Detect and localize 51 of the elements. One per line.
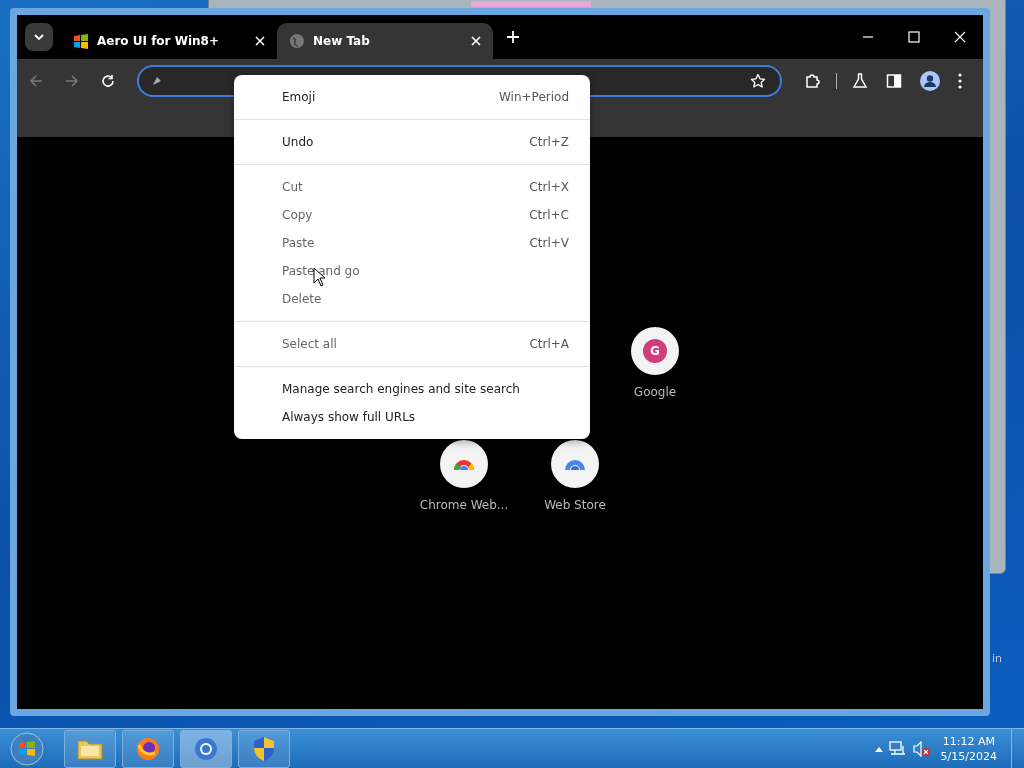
network-icon[interactable] (888, 740, 907, 757)
site-letter-icon: G (643, 339, 667, 363)
desktop-icon-label: in (992, 652, 1003, 665)
flask-icon[interactable] (852, 73, 868, 89)
side-panel-icon[interactable] (886, 73, 902, 89)
taskbar-button[interactable] (122, 729, 174, 768)
browser-tab[interactable]: New Tab (277, 23, 493, 59)
rainbow-arc-icon (453, 458, 475, 470)
shortcut-label: Google (633, 385, 677, 399)
globe-icon (289, 33, 305, 49)
back-arrow-icon[interactable] (29, 74, 43, 88)
reload-icon[interactable] (101, 74, 115, 88)
shortcut-label: Chrome Web... (419, 498, 509, 512)
windows-logo-icon (73, 33, 89, 49)
shortcut-label: Web Store (544, 498, 606, 512)
tab-title: New Tab (313, 34, 371, 48)
taskbar-button[interactable] (64, 729, 116, 768)
browser-tab[interactable]: Aero UI for Win8+ (61, 23, 277, 59)
maximize-icon[interactable] (908, 31, 920, 43)
clock[interactable]: 11:12 AM 5/15/2024 (940, 734, 997, 763)
muted-speaker-icon[interactable] (912, 740, 931, 757)
shortcut-tile[interactable] (551, 440, 599, 488)
close-icon[interactable] (255, 36, 265, 46)
menu-item[interactable]: Always show full URLs (234, 403, 590, 431)
puzzle-icon[interactable] (805, 73, 821, 89)
browser-icon (194, 736, 218, 761)
more-menu-icon[interactable] (958, 73, 962, 89)
menu-item[interactable]: Undo Ctrl+Z (234, 128, 590, 156)
profile-avatar-icon[interactable] (920, 71, 940, 91)
forward-arrow-icon[interactable] (65, 74, 79, 88)
shortcut-tile[interactable]: G (631, 327, 679, 375)
arc-icon (564, 458, 586, 470)
tab-title: Aero UI for Win8+ (97, 34, 220, 48)
tab-search-button[interactable] (25, 23, 53, 51)
shortcut-tile[interactable] (440, 440, 488, 488)
fox-globe-icon (136, 736, 160, 761)
star-icon[interactable] (750, 73, 766, 89)
close-icon[interactable] (954, 31, 966, 43)
new-tab-icon[interactable] (507, 31, 519, 43)
taskbar-button[interactable] (180, 729, 232, 768)
folder-icon (77, 737, 103, 760)
start-button[interactable] (10, 731, 44, 766)
menu-item[interactable]: Manage search engines and site search (234, 375, 590, 403)
menu-item[interactable]: Emoji Win+Period (234, 83, 590, 111)
taskbar-button[interactable] (238, 729, 290, 768)
show-hidden-icons-icon[interactable] (874, 745, 883, 752)
close-icon[interactable] (471, 36, 481, 46)
shield-icon (252, 735, 276, 762)
chevron-down-icon (34, 34, 44, 40)
date-text: 5/15/2024 (940, 749, 997, 763)
time-text: 11:12 AM (942, 734, 995, 748)
